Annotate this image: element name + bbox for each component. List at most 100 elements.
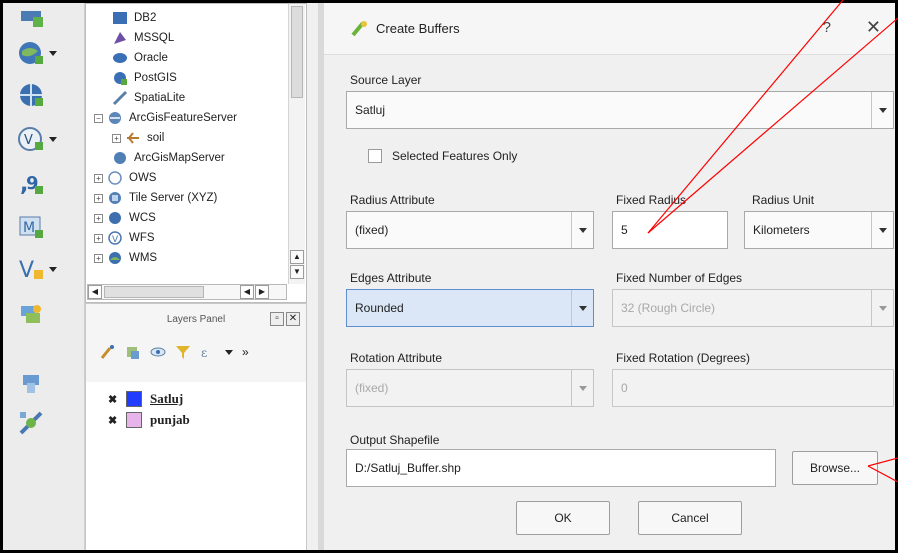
digitize-tool[interactable] [17, 295, 69, 335]
chevron-down-icon[interactable] [571, 370, 593, 406]
selected-features-only-label: Selected Features Only [392, 149, 518, 163]
tree-item-arcgis-feature-server[interactable]: − ArcGisFeatureServer [94, 108, 237, 128]
fixed-radius-input[interactable]: 5 [612, 211, 728, 249]
dialog-title: Create Buffers [376, 21, 460, 36]
source-layer-label: Source Layer [350, 73, 422, 87]
scroll-left-icon[interactable]: ◀ [240, 285, 254, 299]
tree-item-wfs[interactable]: + V WFS [94, 228, 155, 248]
tree-item-postgis[interactable]: PostGIS [112, 68, 177, 88]
visibility-icon[interactable] [150, 344, 166, 360]
chevron-down-icon[interactable] [871, 212, 893, 248]
checkbox-box[interactable] [368, 149, 382, 163]
new-layer-tool[interactable]: V [17, 249, 69, 289]
filter-expression-icon[interactable]: ε [200, 344, 216, 360]
rotation-attribute-combo[interactable]: (fixed) [346, 369, 594, 407]
expand-icon[interactable]: + [94, 233, 103, 243]
gps-tool[interactable] [17, 403, 69, 443]
scroll-up-icon[interactable]: ▲ [290, 250, 304, 264]
expand-icon[interactable]: + [94, 193, 103, 203]
more-chevron-icon[interactable]: » [242, 345, 249, 359]
layer-color-swatch [126, 412, 142, 428]
output-shapefile-input[interactable]: D:/Satluj_Buffer.shp [346, 449, 776, 487]
browser-vertical-scrollbar[interactable]: ▲ ▼ [288, 4, 305, 284]
layer-visibility-checkbox[interactable]: ✖ [108, 393, 118, 406]
source-layer-combo[interactable]: Satluj [346, 91, 894, 129]
tree-item-wcs[interactable]: + WCS [94, 208, 156, 228]
fixed-edges-label: Fixed Number of Edges [616, 271, 743, 285]
pan-tool-icon [23, 375, 39, 393]
edges-attribute-combo[interactable]: Rounded [346, 289, 594, 327]
collapse-icon[interactable]: − [94, 113, 103, 123]
tree-item-tile-server[interactable]: + Tile Server (XYZ) [94, 188, 217, 208]
layer-row-punjab[interactable]: ✖ punjab [94, 411, 190, 429]
identify-tool[interactable] [17, 363, 69, 403]
tree-item-mssql[interactable]: MSSQL [112, 28, 174, 48]
scroll-left-icon[interactable]: ◀ [88, 285, 102, 299]
selected-features-only-checkbox[interactable]: Selected Features Only [368, 149, 517, 163]
browser-horizontal-scrollbar[interactable]: ◀ ◀ ▶ [87, 284, 287, 300]
chevron-down-icon[interactable] [571, 212, 593, 248]
style-brush-icon[interactable] [100, 344, 116, 360]
tree-item-db2[interactable]: DB2 [112, 8, 156, 28]
arcgis-map-server-icon [114, 152, 126, 164]
tree-item-ows[interactable]: + OWS [94, 168, 156, 188]
expand-icon[interactable]: + [94, 173, 103, 183]
radius-unit-combo[interactable]: Kilometers [744, 211, 894, 249]
scroll-thumb[interactable] [291, 6, 303, 98]
scroll-right-icon[interactable]: ▶ [255, 285, 269, 299]
dropdown-arrow-icon[interactable] [49, 50, 57, 56]
tree-item-arcgis-map-server[interactable]: ArcGisMapServer [112, 148, 225, 168]
create-buffers-dialog: Create Buffers ? ✕ Source Layer Satluj S… [318, 3, 895, 550]
expand-icon[interactable]: + [94, 213, 103, 223]
left-toolbar: V ,9 M V [3, 3, 85, 550]
tree-item-soil[interactable]: + soil [112, 128, 164, 148]
add-group-icon[interactable] [125, 344, 141, 360]
expand-icon[interactable]: + [112, 133, 121, 143]
fixed-rotation-input[interactable]: 0 [612, 369, 894, 407]
radius-unit-value: Kilometers [753, 223, 810, 237]
ok-button[interactable]: OK [516, 501, 610, 535]
comma-layer-icon: ,9 [20, 172, 43, 197]
svg-text:M: M [23, 220, 35, 236]
scroll-down-icon[interactable]: ▼ [290, 265, 304, 279]
close-panel-icon[interactable]: ✕ [286, 312, 300, 326]
dropdown-arrow-icon[interactable] [225, 349, 233, 355]
layers-toolbar: ε » [86, 334, 306, 370]
dropdown-arrow-icon[interactable] [49, 266, 57, 272]
add-mesh-tool[interactable]: M [17, 207, 69, 247]
layer-name: punjab [150, 412, 190, 427]
filter-icon[interactable] [175, 344, 191, 360]
vector-layer-icon: V [18, 127, 43, 151]
expand-icon[interactable]: + [94, 253, 103, 263]
float-panel-icon[interactable]: ▫ [270, 312, 284, 326]
layers-panel-header: Layers Panel ▫ ✕ [86, 304, 306, 334]
help-icon[interactable]: ? [823, 19, 831, 36]
chevron-down-icon[interactable] [871, 290, 893, 326]
dropdown-arrow-icon[interactable] [49, 136, 57, 142]
radius-attribute-value: (fixed) [355, 223, 389, 237]
layer-visibility-checkbox[interactable]: ✖ [108, 414, 118, 427]
browse-button[interactable]: Browse... [792, 451, 878, 485]
tree-item-spatialite[interactable]: SpatiaLite [112, 88, 185, 108]
chevron-down-icon[interactable] [871, 92, 893, 128]
chevron-down-icon[interactable] [571, 290, 593, 326]
add-delimited-text-tool[interactable]: ,9 [17, 163, 69, 203]
layer-name: Satluj [150, 391, 184, 406]
svg-text:ε: ε [201, 346, 207, 360]
add-wcs-tool[interactable] [17, 75, 69, 115]
add-vector-tool[interactable]: V [17, 119, 69, 159]
source-layer-value: Satluj [355, 103, 386, 117]
scroll-thumb[interactable] [104, 286, 204, 298]
cancel-button[interactable]: Cancel [638, 501, 742, 535]
fixed-edges-combo[interactable]: 32 (Rough Circle) [612, 289, 894, 327]
map-layer-icon: M [19, 216, 43, 238]
new-vector-layer-icon: V [19, 258, 43, 283]
layer-row-satluj[interactable]: ✖ Satluj [94, 390, 183, 408]
tree-item-oracle[interactable]: Oracle [112, 48, 168, 68]
radius-attribute-combo[interactable]: (fixed) [346, 211, 594, 249]
rotation-attribute-label: Rotation Attribute [350, 351, 443, 365]
ows-icon [108, 171, 122, 185]
add-wms-tool[interactable] [17, 33, 69, 73]
tree-item-wms[interactable]: + WMS [94, 248, 157, 268]
close-icon[interactable]: ✕ [866, 17, 881, 38]
